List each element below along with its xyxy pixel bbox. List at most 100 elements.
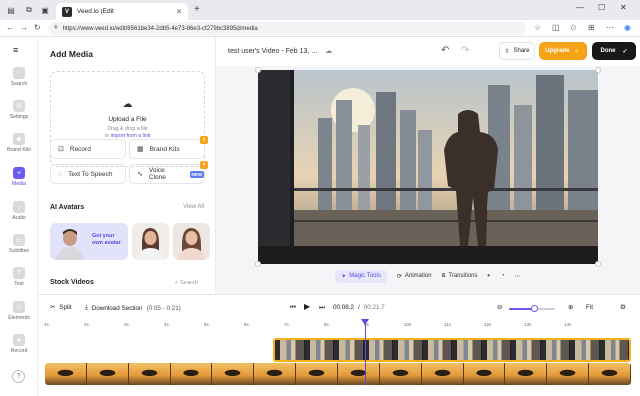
transitions-button[interactable]: ⧈ Transitions: [442, 273, 478, 280]
workspaces-icon[interactable]: ▣: [38, 3, 52, 17]
waveform-icon: ∿: [137, 171, 143, 178]
rail-item-record[interactable]: ● Record: [0, 334, 38, 354]
ai-avatars-title: AI Avatars: [50, 204, 85, 211]
animation-icon: ⟳: [396, 273, 402, 280]
split-button[interactable]: ✂ Split: [50, 304, 72, 311]
star-icon[interactable]: ☆: [534, 23, 541, 32]
rail-item-search[interactable]: ⌕ Search: [0, 67, 38, 87]
zoom-out-icon[interactable]: ⊖: [497, 304, 502, 311]
share-button[interactable]: ⇧ Share: [499, 42, 535, 60]
brand-kit-icon: ▦: [137, 146, 144, 153]
play-icon[interactable]: ▶: [304, 302, 310, 311]
clip-frame: [511, 340, 541, 360]
rail-item-media[interactable]: + Media: [0, 167, 38, 187]
record-icon: ●: [13, 334, 25, 346]
brand-kits-button[interactable]: ▦ Brand Kits: [129, 139, 205, 159]
skip-forward-icon[interactable]: ⏭: [319, 304, 325, 312]
ruler-tick: 2s: [84, 322, 89, 327]
upgrade-button[interactable]: Upgrade ⚡: [539, 42, 587, 60]
resize-handle[interactable]: [595, 67, 601, 73]
reload-icon[interactable]: ↻: [34, 23, 41, 32]
rail-item-audio[interactable]: ♪ Audio: [0, 201, 38, 221]
video-clip-city[interactable]: [273, 338, 631, 362]
magic-tools-button[interactable]: ✦ Magic Tools: [335, 269, 387, 283]
rail-item-elements[interactable]: ◇ Elements: [0, 301, 38, 321]
download-section-button[interactable]: ⤓ Download Section (0:05 - 0:21): [85, 304, 181, 312]
lightning-icon: ⚡: [573, 48, 581, 55]
upload-hint: Drag & drop a file or import from a link: [104, 126, 151, 139]
sidebar-toggle-icon[interactable]: ▤: [4, 3, 18, 17]
rail-item-text[interactable]: T Text: [0, 267, 38, 287]
ruler-tick: 8s: [324, 322, 329, 327]
resize-handle[interactable]: [255, 67, 261, 73]
record-button[interactable]: ⊡ Record: [50, 139, 126, 159]
copilot-icon[interactable]: ◉: [624, 23, 631, 32]
video-clip-savanna[interactable]: [45, 363, 631, 385]
clip-frame: [481, 340, 511, 360]
avatar-promo-card[interactable]: Get your own avatar: [50, 223, 128, 260]
avatar-card[interactable]: [173, 223, 210, 260]
more-options-icon[interactable]: ⋯: [515, 273, 521, 280]
view-all-link[interactable]: View All: [183, 204, 204, 210]
rail-item-brand-kits[interactable]: ◆ Brand Kits: [0, 133, 38, 153]
new-tag: NEW: [189, 170, 204, 178]
zoom-slider-handle[interactable]: [531, 305, 539, 312]
timeline-ruler[interactable]: 1s 2s 3s 4s 5s 6s 7s 8s 9s 10s 11s 12s 13s 14s: [38, 320, 640, 330]
clip-frame: [212, 363, 255, 385]
more-icon[interactable]: ⋯: [606, 23, 614, 32]
rail-item-subtitles[interactable]: ▭ Subtitles: [0, 234, 38, 254]
ruler-tick: 12s: [484, 322, 492, 327]
clip-frame: [505, 363, 548, 385]
done-button[interactable]: Done ✓: [592, 42, 636, 60]
volume-icon[interactable]: 🔈︎: [488, 273, 492, 280]
window-close-icon[interactable]: ✕: [620, 3, 627, 12]
zoom-slider[interactable]: [509, 305, 555, 312]
timeline-settings-icon[interactable]: ⚙: [620, 304, 626, 311]
back-icon[interactable]: ←: [6, 23, 14, 32]
forward-icon[interactable]: →: [20, 23, 28, 32]
clip-frame: [379, 363, 422, 385]
project-title[interactable]: test user's Video - Feb 13, ... ☁: [228, 47, 332, 55]
skip-back-icon[interactable]: ⏮: [290, 304, 296, 312]
browser-tab[interactable]: V Veed.io (Edit ✕: [56, 3, 188, 20]
clip-frame: [570, 340, 600, 360]
music-icon: ♪: [13, 201, 25, 213]
collections-icon[interactable]: ⧉: [22, 3, 36, 17]
upload-cloud-icon: ☁: [122, 99, 133, 110]
zoom-fit-button[interactable]: Fit: [586, 304, 593, 311]
voice-clone-button[interactable]: ∿ Voice Clone NEW: [129, 164, 205, 184]
rail-item-settings[interactable]: ⚙ Settings: [0, 100, 38, 120]
undo-icon[interactable]: ↶: [441, 45, 449, 56]
speed-icon[interactable]: ◔: [501, 273, 505, 279]
favorites-icon[interactable]: ✩: [570, 23, 577, 32]
playhead[interactable]: [365, 321, 366, 385]
minimize-icon[interactable]: —: [576, 3, 584, 12]
timeline-tracks: [38, 330, 640, 396]
avatar-card[interactable]: [132, 223, 169, 260]
maximize-icon[interactable]: ☐: [598, 3, 605, 12]
import-link[interactable]: import from a link: [111, 133, 151, 139]
cloud-save-icon: ☁: [325, 48, 333, 55]
split-screen-icon[interactable]: ◫: [552, 23, 560, 32]
collections-bar-icon[interactable]: ⊞: [588, 23, 595, 32]
stock-search-input[interactable]: ⌕ Search: [175, 280, 198, 287]
text-to-speech-button[interactable]: ◌ Text To Speech: [50, 164, 126, 184]
clip-frame: [304, 340, 334, 360]
clip-frame: [599, 340, 629, 360]
gear-icon: ⚙: [13, 100, 25, 112]
clip-frame: [540, 340, 570, 360]
ruler-tick: 11s: [444, 322, 451, 327]
animation-button[interactable]: ⟳ Animation: [397, 273, 432, 280]
url-field[interactable]: ⌾ https://www.veed.io/edit/8561be34-2db5…: [48, 22, 526, 35]
ruler-tick: 6s: [244, 322, 249, 327]
magic-icon: ✦: [341, 273, 347, 280]
video-preview[interactable]: [258, 70, 598, 264]
new-tab-icon[interactable]: +: [194, 4, 200, 15]
zoom-in-icon[interactable]: ⊕: [568, 304, 573, 311]
close-tab-icon[interactable]: ✕: [176, 8, 182, 16]
help-icon[interactable]: ?: [12, 370, 25, 383]
preview-canvas: ✦ Magic Tools ⟳ Animation ⧈ Transitions 🔈︎ …: [216, 66, 640, 294]
redo-icon[interactable]: ↷: [461, 45, 469, 56]
clip-frame: [86, 363, 129, 385]
menu-icon[interactable]: ≡: [13, 45, 18, 55]
